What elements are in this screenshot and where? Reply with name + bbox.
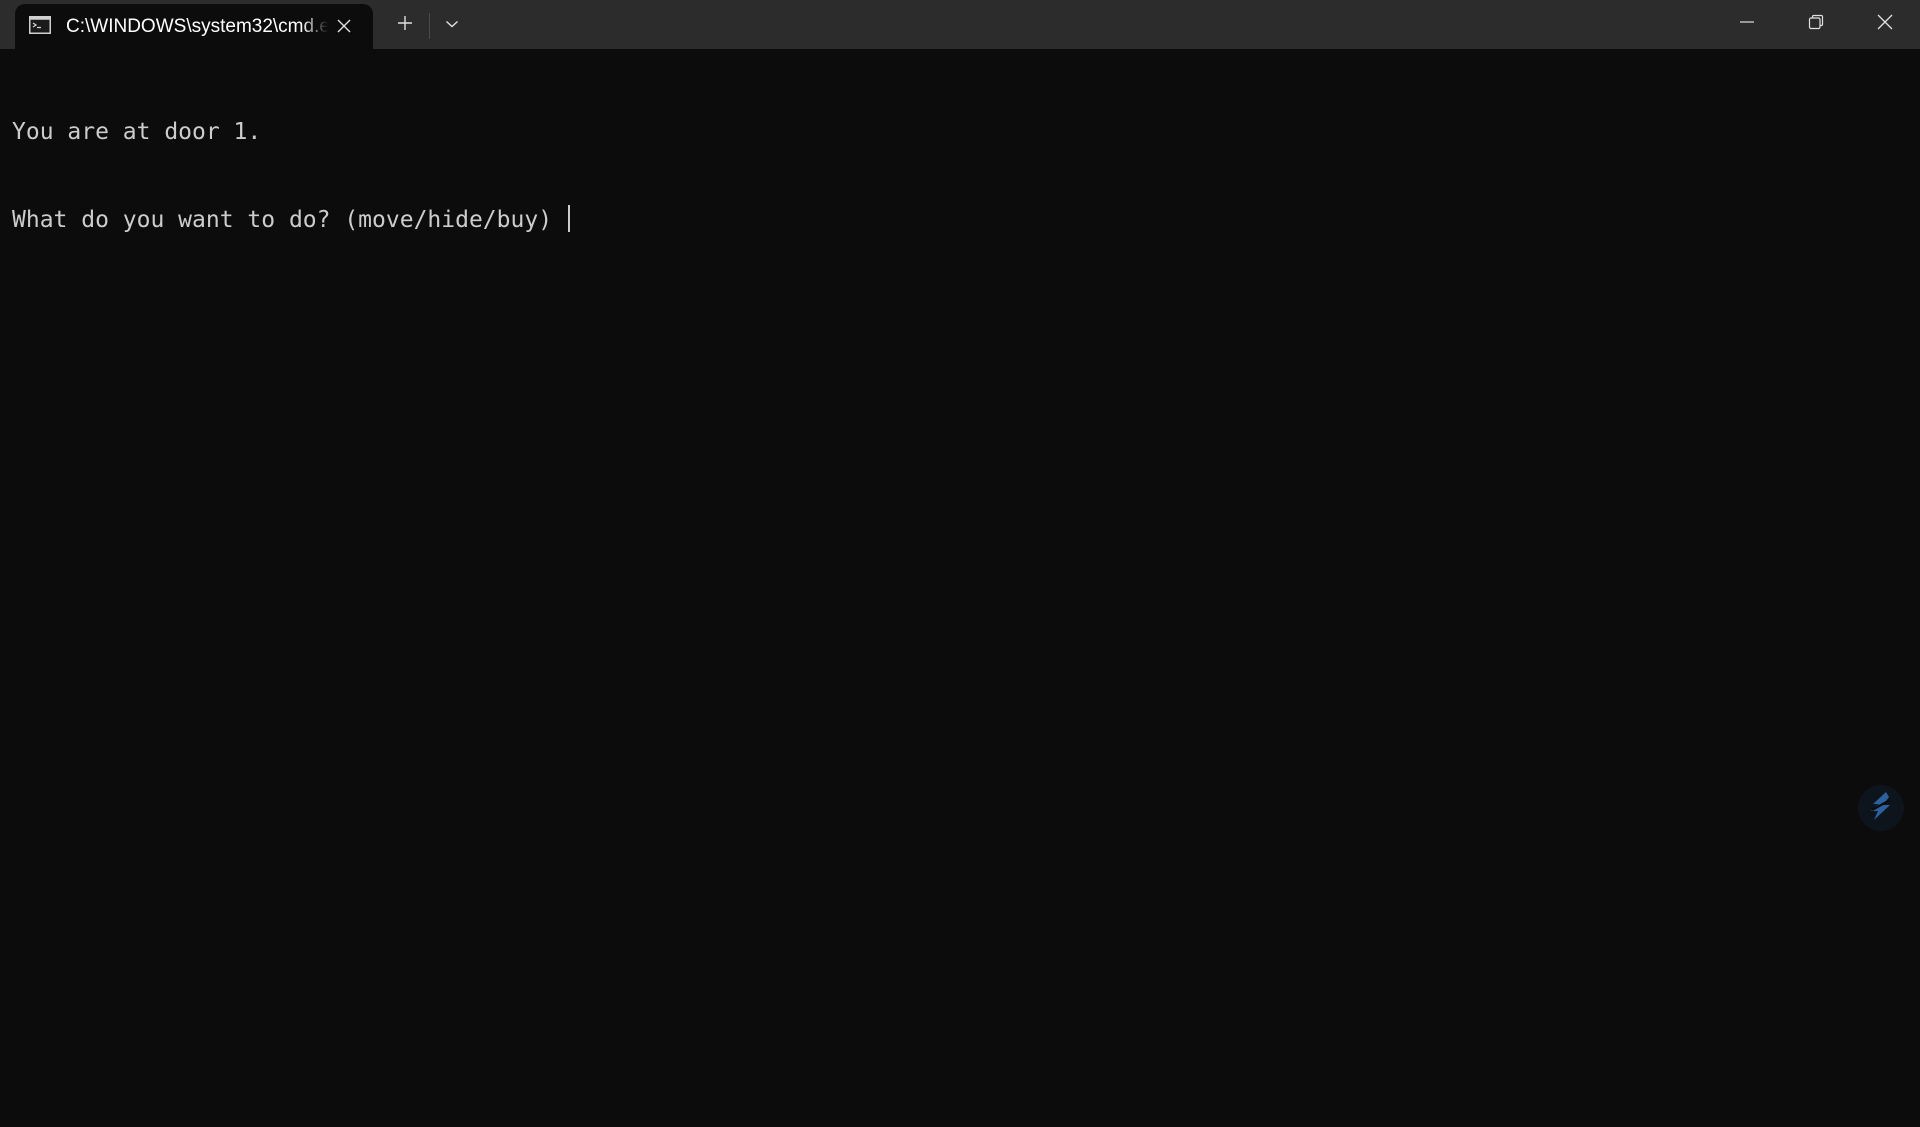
restore-icon bbox=[1808, 14, 1824, 35]
maximize-button[interactable] bbox=[1782, 0, 1850, 49]
lightning-icon bbox=[1868, 791, 1894, 826]
floating-widget-button[interactable] bbox=[1858, 785, 1904, 831]
tab-title: C:\WINDOWS\system32\cmd.exe bbox=[66, 16, 328, 37]
tab-close-icon[interactable] bbox=[331, 13, 357, 39]
tab-divider bbox=[429, 13, 430, 39]
tab-dropdown-button[interactable] bbox=[435, 8, 469, 42]
terminal-line: You are at door 1. bbox=[12, 119, 262, 145]
terminal-icon bbox=[29, 16, 51, 34]
tab-cmd[interactable]: C:\WINDOWS\system32\cmd.exe bbox=[15, 4, 373, 49]
chevron-down-icon bbox=[445, 16, 459, 34]
minimize-icon bbox=[1739, 14, 1755, 35]
terminal-text: You are at door 1. What do you want to d… bbox=[12, 60, 570, 292]
close-window-button[interactable] bbox=[1851, 0, 1919, 49]
minimize-button[interactable] bbox=[1713, 0, 1781, 49]
new-tab-button[interactable] bbox=[388, 8, 422, 42]
terminal-output[interactable]: You are at door 1. What do you want to d… bbox=[0, 49, 1920, 1127]
title-bar: C:\WINDOWS\system32\cmd.exe bbox=[0, 0, 1920, 49]
terminal-prompt-line: What do you want to do? (move/hide/buy) bbox=[12, 205, 570, 234]
plus-icon bbox=[397, 15, 413, 36]
close-icon bbox=[1877, 14, 1893, 35]
terminal-prompt-text: What do you want to do? (move/hide/buy) bbox=[12, 207, 566, 233]
text-cursor bbox=[567, 205, 570, 232]
